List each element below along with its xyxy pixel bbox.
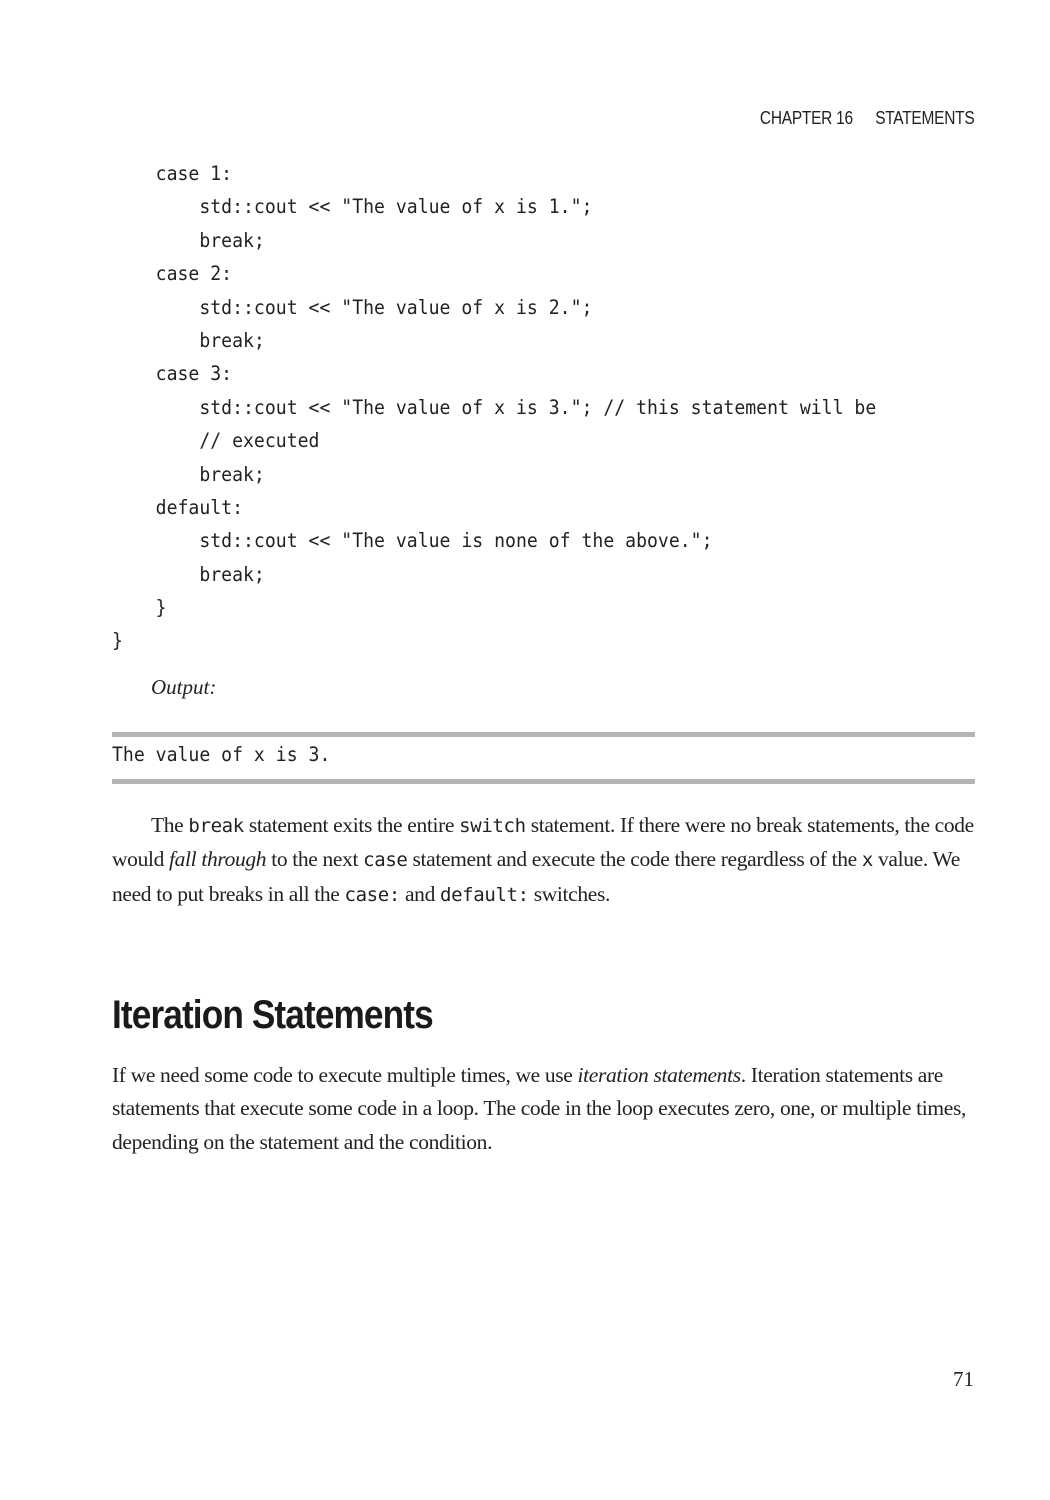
chapter-label: CHAPTER 16: [759, 108, 853, 128]
code-line: std::cout << "The value of x is 3."; // …: [112, 395, 877, 419]
output-top-rule: [112, 732, 975, 737]
code-line: break;: [112, 462, 265, 486]
code-line: case 2:: [112, 262, 233, 286]
emphasis: fall through: [169, 847, 267, 872]
text-run: and: [399, 881, 440, 906]
inline-code: switch: [459, 815, 526, 837]
section-heading: Iteration Statements: [112, 993, 434, 1037]
code-line: break;: [112, 328, 265, 352]
output-box: The value of x is 3.: [112, 732, 975, 784]
output-label: Output:: [151, 675, 217, 699]
text-run: statement exits the entire: [243, 813, 460, 837]
code-line: case 1:: [112, 162, 233, 185]
code-line: }: [112, 596, 167, 620]
output-bottom-rule: [112, 779, 975, 784]
code-listing: case 1: std::cout << "The value of x is …: [112, 157, 876, 658]
page-number: 71: [953, 1367, 974, 1391]
code-line: // executed: [112, 429, 320, 453]
paragraph-iteration-intro: If we need some code to execute multiple…: [112, 1059, 982, 1159]
code-line: std::cout << "The value of x is 1.";: [112, 195, 593, 219]
paragraph-break-explanation: The break statement exits the entire swi…: [112, 809, 982, 912]
inline-code: default:: [440, 883, 529, 906]
text-run: The: [151, 813, 189, 837]
inline-code: x: [861, 849, 873, 872]
text-run: statement and execute the code there reg…: [407, 847, 862, 872]
text-run: If we need some code to execute multiple…: [112, 1063, 578, 1087]
code-line: std::cout << "The value is none of the a…: [112, 529, 713, 553]
inline-code: break: [188, 815, 244, 837]
code-line: std::cout << "The value of x is 2.";: [112, 295, 593, 319]
chapter-title: STATEMENTS: [874, 108, 974, 128]
code-line: break;: [112, 562, 265, 586]
code-line: break;: [112, 228, 265, 252]
emphasis: iteration statements: [577, 1063, 742, 1087]
running-head: CHAPTER 16 STATEMENTS: [759, 108, 975, 129]
code-line: default:: [112, 495, 244, 519]
text-run: to the next: [266, 847, 364, 872]
code-line: }: [112, 629, 123, 653]
inline-code: case:: [344, 883, 401, 906]
code-line: case 3:: [112, 362, 233, 386]
text-run: switches.: [528, 881, 611, 906]
output-text: The value of x is 3.: [112, 743, 331, 766]
inline-code: case: [363, 849, 408, 872]
